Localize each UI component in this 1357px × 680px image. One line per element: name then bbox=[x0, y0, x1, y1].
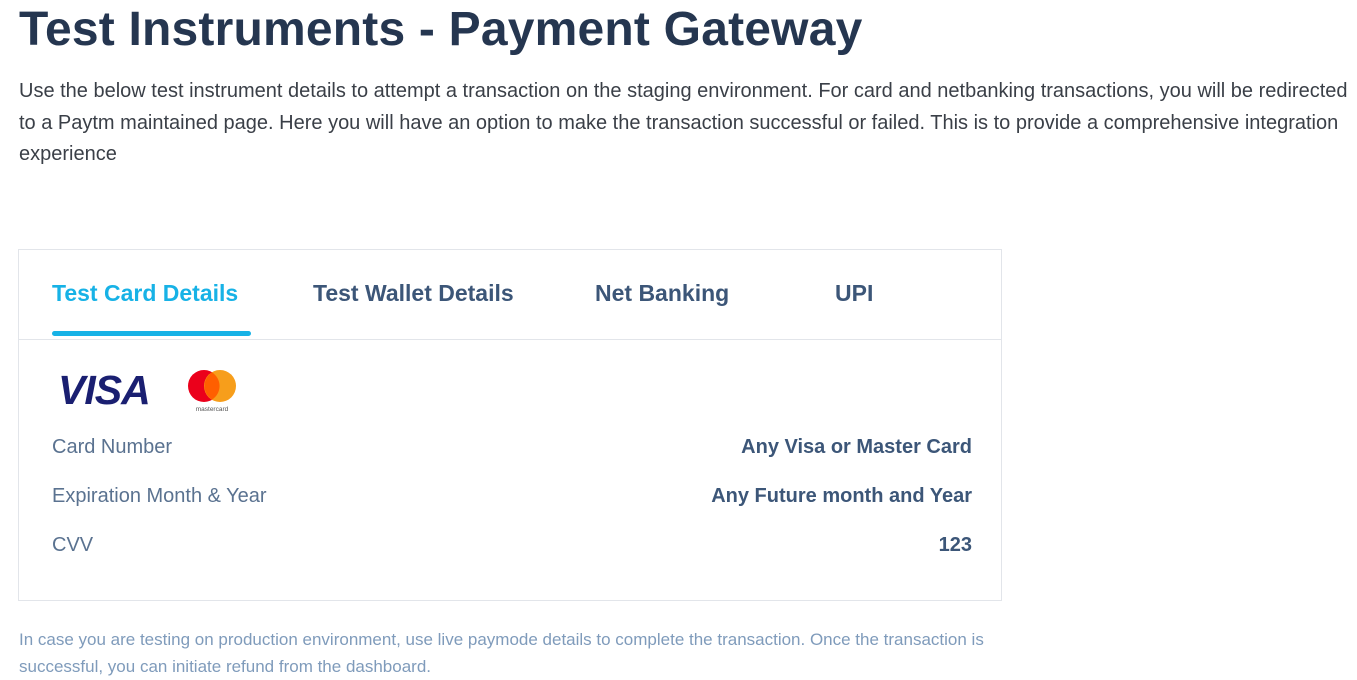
detail-row-expiration: Expiration Month & Year Any Future month… bbox=[52, 481, 972, 511]
expiration-label: Expiration Month & Year bbox=[52, 485, 267, 507]
tab-bar: Test Card Details Test Wallet Details Ne… bbox=[19, 250, 1001, 340]
detail-row-cvv: CVV 123 bbox=[52, 530, 972, 560]
mastercard-wordmark: mastercard bbox=[196, 406, 229, 413]
test-instruments-card: Test Card Details Test Wallet Details Ne… bbox=[18, 249, 1002, 601]
tab-test-wallet-details[interactable]: Test Wallet Details bbox=[313, 278, 514, 308]
visa-logo: VISA bbox=[58, 369, 151, 409]
production-note: In case you are testing on production en… bbox=[19, 630, 984, 676]
page-title: Test Instruments - Payment Gateway bbox=[19, 3, 863, 56]
intro-paragraph: Use the below test instrument details to… bbox=[19, 80, 1348, 165]
card-number-value: Any Visa or Master Card bbox=[741, 436, 972, 458]
expiration-value: Any Future month and Year bbox=[711, 485, 972, 507]
card-number-label: Card Number bbox=[52, 436, 173, 458]
active-tab-indicator bbox=[52, 331, 251, 336]
tab-test-card-details[interactable]: Test Card Details bbox=[52, 278, 238, 308]
detail-row-card-number: Card Number Any Visa or Master Card bbox=[52, 432, 972, 462]
mastercard-logo: mastercard bbox=[188, 370, 236, 413]
visa-logo-text: VISA bbox=[58, 369, 150, 409]
tab-upi[interactable]: UPI bbox=[835, 278, 873, 308]
cvv-label: CVV bbox=[52, 534, 94, 556]
tab-net-banking[interactable]: Net Banking bbox=[595, 278, 729, 308]
cvv-value: 123 bbox=[938, 534, 972, 556]
